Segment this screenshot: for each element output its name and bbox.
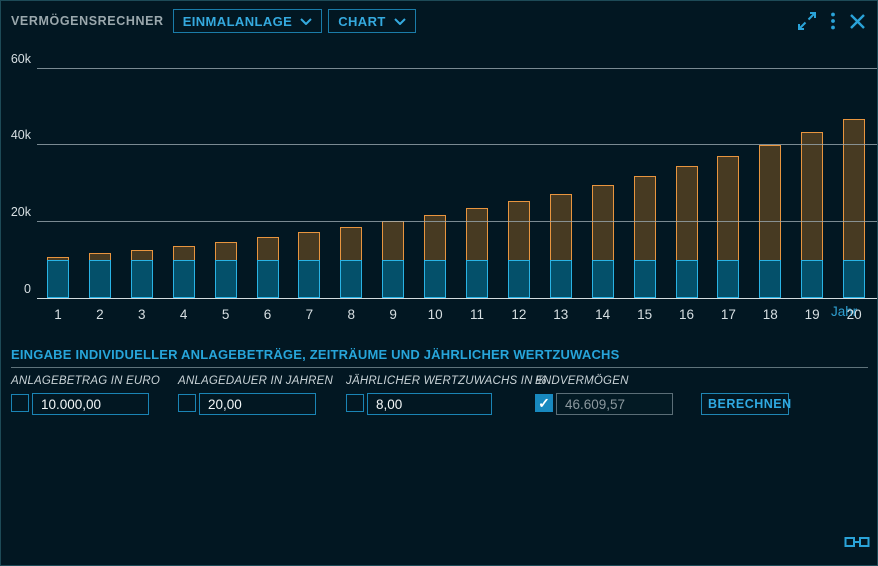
x-tick-label: 13 [544,307,578,322]
bar-capital-segment[interactable] [508,260,530,298]
endvermoegen-input[interactable] [556,393,673,415]
x-tick-label: 3 [125,307,159,322]
link-icon[interactable] [844,535,870,554]
gridline [37,144,878,145]
wertzuwachs-input[interactable] [367,393,492,415]
bar-growth-segment[interactable] [634,176,656,259]
bar-growth-segment[interactable] [801,132,823,259]
bar-growth-segment[interactable] [508,201,530,259]
anlagebetrag-label: ANLAGEBETRAG IN EURO [11,375,160,387]
x-tick-label: 18 [753,307,787,322]
bar-growth-segment[interactable] [676,166,698,259]
anlagebetrag-checkbox[interactable] [11,394,29,412]
bar-capital-segment[interactable] [801,260,823,298]
bar-growth-segment[interactable] [173,246,195,260]
gridline [37,68,878,69]
bar-growth-segment[interactable] [257,237,279,260]
x-tick-label: 5 [209,307,243,322]
gridline [37,221,878,222]
bar-growth-segment[interactable] [131,250,153,260]
vermoegensrechner-window: VERMÖGENSRECHNER EINMALANLAGE CHART [0,0,878,566]
x-tick-label: 20 [837,307,871,322]
bar-capital-segment[interactable] [173,260,195,298]
gridline [37,298,878,299]
bar-growth-segment[interactable] [843,119,865,260]
x-tick-label: 6 [251,307,285,322]
wertzuwachs-label: JÄHRLICHER WERTZUWACHS IN % [346,375,547,387]
x-tick-label: 4 [167,307,201,322]
bar-growth-segment[interactable] [340,227,362,260]
bar-capital-segment[interactable] [676,260,698,298]
endvermoegen-label: ENDVERMÖGEN [535,375,629,387]
bar-capital-segment[interactable] [759,260,781,298]
bar-growth-segment[interactable] [47,257,69,260]
bar-growth-segment[interactable] [759,145,781,260]
bar-capital-segment[interactable] [89,260,111,298]
anlagedauer-label: ANLAGEDAUER IN JAHREN [178,375,333,387]
x-tick-label: 14 [586,307,620,322]
bar-growth-segment[interactable] [382,221,404,259]
x-tick-label: 15 [628,307,662,322]
anlagedauer-checkbox[interactable] [178,394,196,412]
bar-growth-segment[interactable] [717,156,739,260]
x-tick-label: 2 [83,307,117,322]
bar-capital-segment[interactable] [340,260,362,298]
bar-growth-segment[interactable] [298,232,320,259]
x-tick-label: 7 [292,307,326,322]
x-tick-label: 1 [41,307,75,322]
field-wertzuwachs: JÄHRLICHER WERTZUWACHS IN % [346,375,547,387]
bar-capital-segment[interactable] [466,260,488,298]
y-tick-label: 20k [1,205,34,219]
anlagebetrag-input[interactable] [32,393,149,415]
bar-capital-segment[interactable] [717,260,739,298]
x-tick-label: 8 [334,307,368,322]
bar-capital-segment[interactable] [257,260,279,298]
input-section-title: EINGABE INDIVIDUELLER ANLAGEBETRÄGE, ZEI… [11,347,868,368]
bar-capital-segment[interactable] [424,260,446,298]
bar-growth-segment[interactable] [466,208,488,259]
bar-capital-segment[interactable] [47,260,69,298]
x-tick-label: 10 [418,307,452,322]
endvermoegen-checkbox[interactable] [535,394,553,412]
bar-capital-segment[interactable] [592,260,614,298]
bar-capital-segment[interactable] [550,260,572,298]
x-tick-label: 12 [502,307,536,322]
bar-growth-segment[interactable] [550,194,572,260]
bar-capital-segment[interactable] [131,260,153,298]
field-endvermoegen: ENDVERMÖGEN [535,375,629,387]
bar-capital-segment[interactable] [382,260,404,298]
x-tick-label: 11 [460,307,494,322]
bar-capital-segment[interactable] [634,260,656,298]
bar-growth-segment[interactable] [592,185,614,259]
field-anlagedauer: ANLAGEDAUER IN JAHREN [178,375,333,387]
bar-capital-segment[interactable] [298,260,320,298]
x-tick-label: 9 [376,307,410,322]
y-tick-label: 40k [1,128,34,142]
bar-growth-segment[interactable] [89,253,111,259]
bar-growth-segment[interactable] [215,242,237,260]
wealth-growth-chart: 1234567891011121314151617181920020k40k60… [1,1,878,341]
wertzuwachs-checkbox[interactable] [346,394,364,412]
y-tick-label: 60k [1,52,34,66]
anlagedauer-input[interactable] [199,393,316,415]
bar-capital-segment[interactable] [843,260,865,298]
bar-capital-segment[interactable] [215,260,237,298]
x-tick-label: 16 [670,307,704,322]
x-tick-label: 17 [711,307,745,322]
field-anlagebetrag: ANLAGEBETRAG IN EURO [11,375,160,387]
berechnen-button[interactable]: BERECHNEN [701,393,789,415]
y-tick-label: 0 [1,282,34,296]
x-tick-label: 19 [795,307,829,322]
